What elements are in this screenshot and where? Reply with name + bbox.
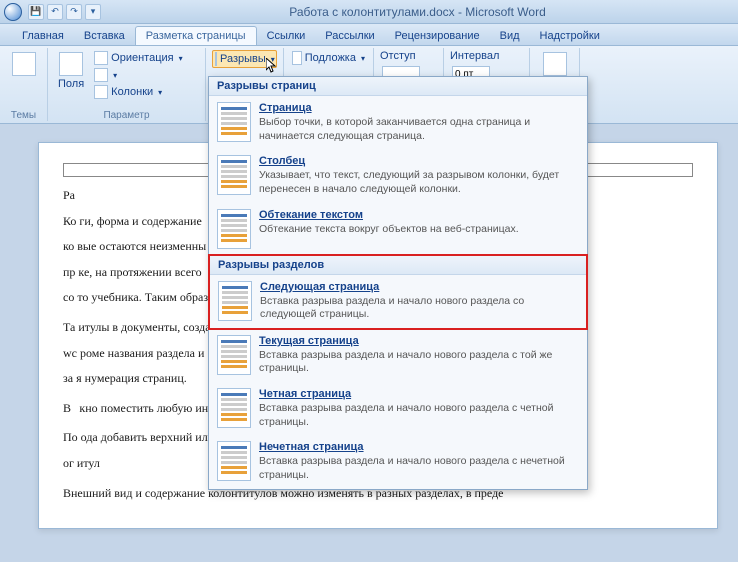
continuous-break-icon: [217, 335, 251, 375]
themes-button[interactable]: [6, 50, 41, 78]
window-title: Работа с колонтитулами.docx - Microsoft …: [101, 5, 734, 19]
gallery-item-text-wrap[interactable]: Обтекание текстомОбтекание текста вокруг…: [209, 203, 587, 255]
gallery-item-next-page[interactable]: Следующая страницаВставка разрыва раздел…: [210, 275, 586, 328]
gallery-item-page[interactable]: СтраницаВыбор точки, в которой заканчива…: [209, 96, 587, 149]
tab-page-layout[interactable]: Разметка страницы: [135, 26, 257, 45]
columns-icon: [94, 85, 108, 99]
office-button[interactable]: [4, 3, 22, 21]
highlight-selection: Разрывы разделов Следующая страницаВстав…: [208, 254, 588, 330]
tab-view[interactable]: Вид: [490, 27, 530, 45]
qat-more-icon[interactable]: ▾: [85, 4, 101, 20]
breaks-icon: [215, 52, 217, 66]
evenpage-break-icon: [217, 388, 251, 428]
ribbon-tabs: Главная Вставка Разметка страницы Ссылки…: [0, 24, 738, 46]
group-label-themes: Темы: [0, 110, 47, 121]
save-icon[interactable]: 💾: [28, 4, 44, 20]
quick-access-toolbar: 💾 ↶ ↷ ▾: [28, 4, 101, 20]
breaks-button[interactable]: Разрывы: [212, 50, 277, 68]
column-break-icon: [217, 155, 251, 195]
margins-button[interactable]: Поля: [54, 50, 88, 110]
page-break-icon: [217, 102, 251, 142]
watermark-icon: [292, 51, 302, 65]
position-icon: [543, 52, 567, 76]
undo-icon[interactable]: ↶: [47, 4, 63, 20]
tab-insert[interactable]: Вставка: [74, 27, 135, 45]
indent-label: Отступ: [380, 50, 437, 62]
group-label-params: Параметр: [48, 110, 205, 121]
breaks-gallery: Разрывы страниц СтраницаВыбор точки, в к…: [208, 76, 588, 490]
columns-button[interactable]: Колонки: [92, 84, 184, 100]
oddpage-break-icon: [217, 441, 251, 481]
orientation-icon: [94, 51, 108, 65]
themes-icon: [12, 52, 36, 76]
tab-references[interactable]: Ссылки: [257, 27, 316, 45]
tab-review[interactable]: Рецензирование: [385, 27, 490, 45]
tab-mailings[interactable]: Рассылки: [315, 27, 384, 45]
group-page-setup: Поля Ориентация Колонки Параметр: [48, 48, 206, 121]
orientation-button[interactable]: Ориентация: [92, 50, 184, 66]
nextpage-break-icon: [218, 281, 252, 321]
gallery-header-section-breaks: Разрывы разделов: [210, 256, 586, 275]
size-button[interactable]: [92, 67, 184, 83]
size-icon: [94, 68, 108, 82]
tab-home[interactable]: Главная: [12, 27, 74, 45]
gallery-item-odd-page[interactable]: Нечетная страницаВставка разрыва раздела…: [209, 435, 587, 488]
gallery-item-column[interactable]: СтолбецУказывает, что текст, следующий з…: [209, 149, 587, 202]
group-themes: Темы: [0, 48, 48, 121]
gallery-header-page-breaks: Разрывы страниц: [209, 77, 587, 96]
spacing-label: Интервал: [450, 50, 523, 62]
gallery-item-continuous[interactable]: Текущая страницаВставка разрыва раздела …: [209, 329, 587, 382]
margins-icon: [59, 52, 83, 76]
watermark-button[interactable]: Подложка: [290, 50, 367, 66]
textwrap-break-icon: [217, 209, 251, 249]
gallery-item-even-page[interactable]: Четная страницаВставка разрыва раздела и…: [209, 382, 587, 435]
redo-icon[interactable]: ↷: [66, 4, 82, 20]
tab-addins[interactable]: Надстройки: [530, 27, 610, 45]
title-bar: 💾 ↶ ↷ ▾ Работа с колонтитулами.docx - Mi…: [0, 0, 738, 24]
